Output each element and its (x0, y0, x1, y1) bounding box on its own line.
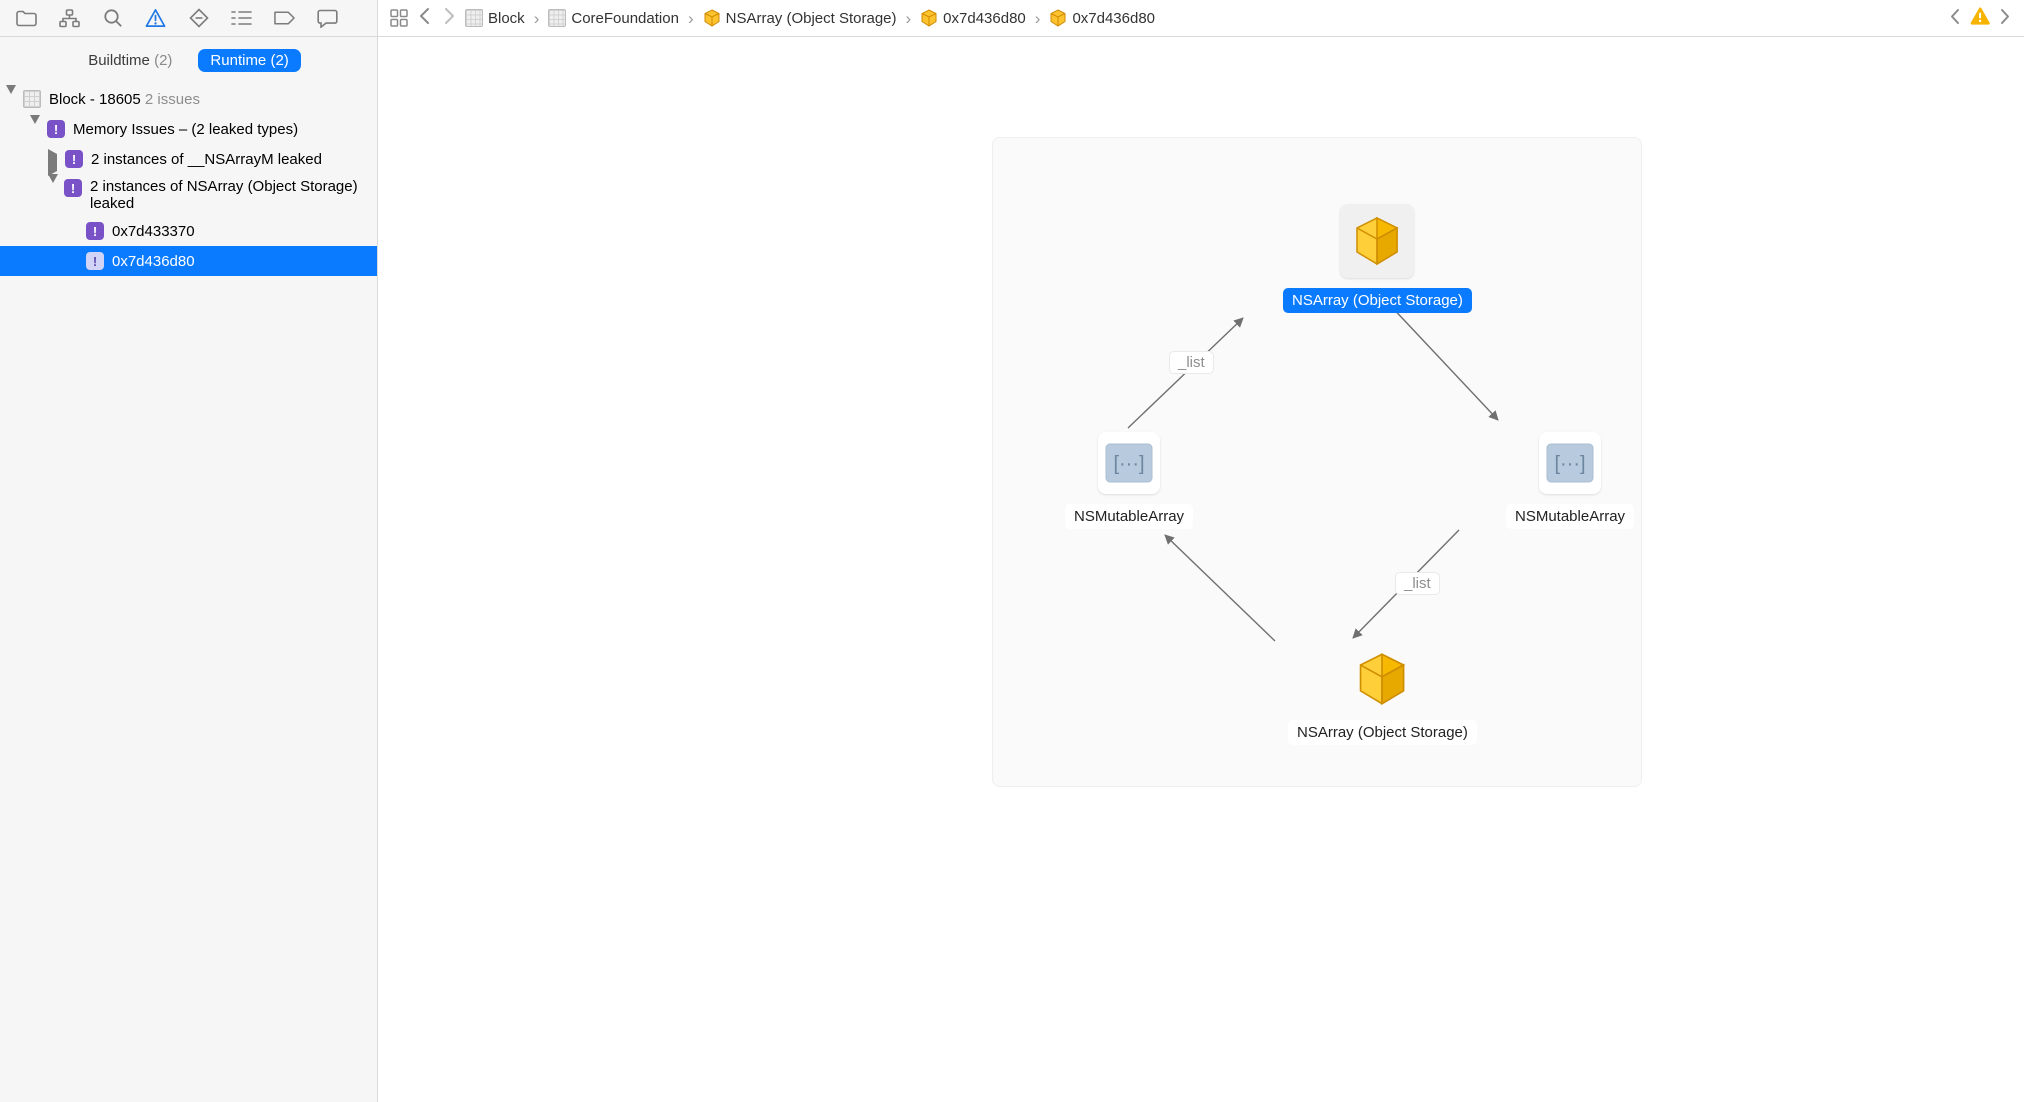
exclamation-badge-icon: ! (86, 252, 104, 270)
tab-label: Runtime (210, 52, 266, 69)
node-label: NSArray (Object Storage) (1288, 720, 1477, 745)
warning-triangle-icon[interactable] (145, 8, 166, 29)
breadcrumb-seg-project[interactable]: Block (465, 9, 525, 27)
cube-icon (703, 9, 721, 27)
chevron-right-icon[interactable] (48, 154, 59, 165)
node-label: NSMutableArray (1506, 504, 1634, 529)
array-icon: [···] (1098, 432, 1160, 494)
breadcrumb-seg-class[interactable]: NSArray (Object Storage) (703, 9, 897, 27)
chevron-down-icon[interactable] (48, 183, 58, 194)
exclamation-badge-icon: ! (47, 120, 65, 138)
tree-instance-node-selected[interactable]: ! 0x7d436d80 (0, 246, 377, 276)
leak-label: 2 instances of __NSArrayM leaked (91, 151, 322, 168)
chat-icon[interactable] (317, 8, 338, 29)
exclamation-badge-icon: ! (64, 179, 82, 197)
nav-back-button[interactable] (415, 7, 434, 29)
node-label: NSArray (Object Storage) (1283, 288, 1472, 313)
breadcrumb-label: 0x7d436d80 (943, 10, 1026, 27)
chevron-right-icon: › (1032, 10, 1044, 27)
chevron-down-icon[interactable] (6, 94, 17, 105)
navigator-toolbar (0, 0, 377, 37)
tab-count: (2) (154, 52, 172, 69)
breadcrumb-seg-framework[interactable]: CoreFoundation (548, 9, 679, 27)
cube-icon (1340, 204, 1414, 278)
group-label: Memory Issues – (2 leaked types) (73, 121, 298, 138)
tree-instance-node[interactable]: ! 0x7d433370 (0, 216, 377, 246)
instance-addr: 0x7d436d80 (112, 253, 195, 270)
tree-leak-node[interactable]: ! 2 instances of __NSArrayM leaked (0, 144, 377, 174)
exclamation-badge-icon: ! (65, 150, 83, 168)
tree-leak-node[interactable]: ! 2 instances of NSArray (Object Storage… (0, 174, 377, 216)
graph-node-nsarray-top[interactable]: NSArray (Object Storage) (1283, 204, 1472, 313)
list-icon[interactable] (231, 8, 252, 29)
array-icon: [···] (1539, 432, 1601, 494)
tab-buildtime[interactable]: Buildtime (2) (76, 49, 184, 72)
cube-icon (1351, 648, 1413, 710)
graph-node-nsmutablearray-left[interactable]: [···] NSMutableArray (1065, 432, 1193, 529)
chevron-right-icon: › (531, 10, 543, 27)
framework-icon (548, 9, 566, 27)
hierarchy-icon[interactable] (59, 8, 80, 29)
jump-bar: Block › CoreFoundation › NSArray (Object… (378, 0, 2024, 37)
cube-icon (920, 9, 938, 27)
tab-count: (2) (270, 52, 288, 69)
instance-addr: 0x7d433370 (112, 223, 195, 240)
breadcrumb-label: NSArray (Object Storage) (726, 10, 897, 27)
navigator-sidebar: Buildtime (2) Runtime (2) Block - 18605 … (0, 0, 378, 1102)
edge-label-list: _list (1395, 572, 1440, 595)
chevron-down-icon[interactable] (30, 124, 41, 135)
tree-group-node[interactable]: ! Memory Issues – (2 leaked types) (0, 114, 377, 144)
leak-label: 2 instances of NSArray (Object Storage) … (90, 178, 377, 212)
prev-issue-button[interactable] (1946, 8, 1964, 29)
graph-node-nsarray-bottom[interactable]: NSArray (Object Storage) (1288, 648, 1477, 745)
issue-tabs: Buildtime (2) Runtime (2) (0, 37, 377, 84)
project-label: Block - 18605 2 issues (49, 91, 200, 108)
nav-forward-button[interactable] (440, 7, 459, 29)
warning-icon (1970, 7, 1990, 29)
project-icon (465, 9, 483, 27)
node-label: NSMutableArray (1065, 504, 1193, 529)
svg-text:[···]: [···] (1113, 453, 1144, 475)
tag-icon[interactable] (274, 8, 295, 29)
cube-icon (1049, 9, 1067, 27)
chevron-right-icon: › (685, 10, 697, 27)
svg-text:[···]: [···] (1554, 453, 1585, 475)
folder-icon[interactable] (16, 8, 37, 29)
breadcrumb-seg-instance[interactable]: 0x7d436d80 (1049, 9, 1155, 27)
tab-runtime[interactable]: Runtime (2) (198, 49, 300, 72)
memory-graph-canvas[interactable]: NSArray (Object Storage) [···] NSMutable… (378, 37, 2024, 1102)
related-items-icon[interactable] (388, 8, 409, 29)
next-issue-button[interactable] (1996, 8, 2014, 29)
exclamation-badge-icon: ! (86, 222, 104, 240)
breadcrumb-label: Block (488, 10, 525, 27)
edge-label-list: _list (1169, 351, 1214, 374)
tab-label: Buildtime (88, 52, 150, 69)
breadcrumb-label: 0x7d436d80 (1072, 10, 1155, 27)
graph-node-nsmutablearray-right[interactable]: [···] NSMutableArray (1506, 432, 1634, 529)
editor-area: Block › CoreFoundation › NSArray (Object… (378, 0, 2024, 1102)
breadcrumb-label: CoreFoundation (571, 10, 679, 27)
tree-project-node[interactable]: Block - 18605 2 issues (0, 84, 377, 114)
issues-tree: Block - 18605 2 issues ! Memory Issues –… (0, 84, 377, 1102)
diamond-icon[interactable] (188, 8, 209, 29)
breadcrumb-seg-instance[interactable]: 0x7d436d80 (920, 9, 1026, 27)
graph-card: NSArray (Object Storage) [···] NSMutable… (992, 137, 1642, 787)
project-icon (23, 90, 41, 108)
search-icon[interactable] (102, 8, 123, 29)
chevron-right-icon: › (903, 10, 915, 27)
